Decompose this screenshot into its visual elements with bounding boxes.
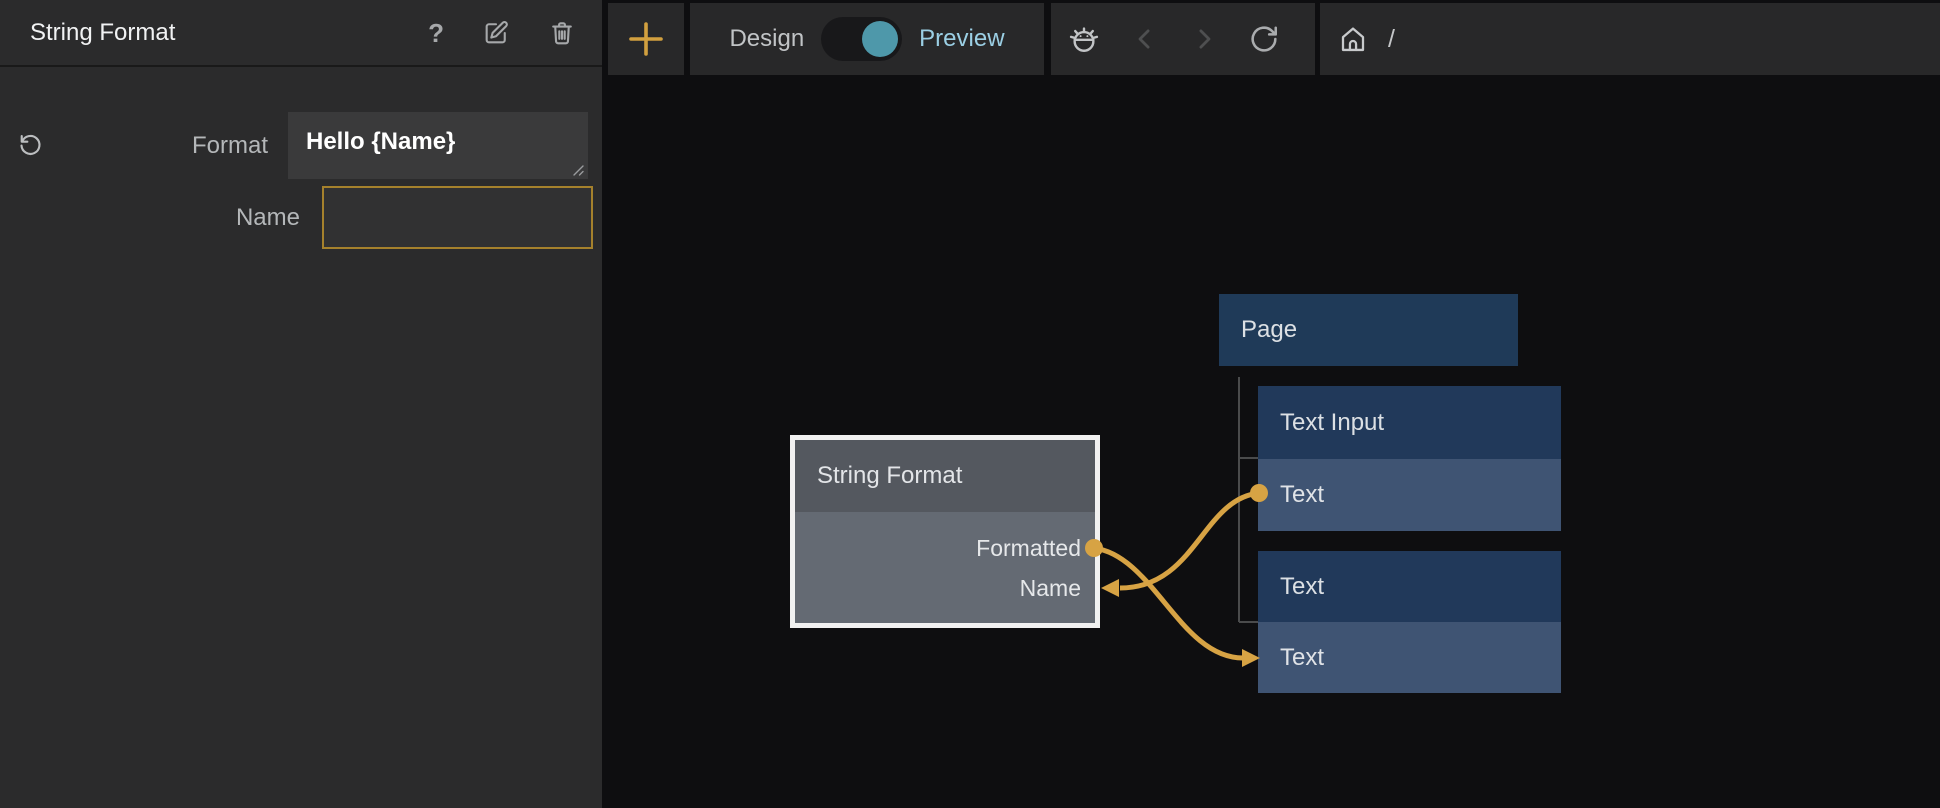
- node-text-port-text[interactable]: Text: [1258, 622, 1561, 693]
- toolbar-mode-segment: Design Preview: [690, 3, 1044, 75]
- format-input[interactable]: Hello {Name}: [288, 112, 588, 179]
- resize-handle[interactable]: [571, 163, 585, 182]
- node-graph-canvas[interactable]: Page Text Input Text Text Text String Fo…: [602, 0, 1940, 808]
- connection-source-dot: [1085, 539, 1103, 557]
- node-text-input-port-text[interactable]: Text: [1258, 459, 1561, 531]
- connection-formatted-to-text[interactable]: [1085, 539, 1260, 667]
- port-name-input[interactable]: Name: [1020, 573, 1081, 603]
- connection-source-dot: [1250, 484, 1268, 502]
- node-page-title: Page: [1219, 294, 1518, 366]
- design-label[interactable]: Design: [729, 25, 804, 53]
- refresh-button[interactable]: [1248, 23, 1280, 55]
- name-input[interactable]: [322, 186, 593, 249]
- node-text-input[interactable]: Text Input Text: [1258, 386, 1561, 531]
- port-formatted-output[interactable]: Formatted: [976, 533, 1081, 563]
- help-button[interactable]: ?: [428, 20, 444, 46]
- debug-button[interactable]: [1067, 22, 1101, 56]
- node-page[interactable]: Page: [1219, 294, 1518, 366]
- edit-button[interactable]: [482, 19, 510, 47]
- plus-icon: [627, 20, 665, 58]
- preview-label[interactable]: Preview: [919, 25, 1004, 53]
- home-button[interactable]: [1337, 23, 1369, 55]
- connection-arrowhead: [1101, 579, 1119, 597]
- format-label: Format: [192, 132, 268, 160]
- panel-actions: ?: [428, 19, 576, 47]
- connection-textinput-to-name[interactable]: [1101, 484, 1268, 597]
- forward-button[interactable]: [1189, 24, 1219, 54]
- toolbar-nav-segment: [1051, 3, 1315, 75]
- toolbar-add-segment: [608, 3, 684, 75]
- rotate-ccw-icon: [17, 131, 44, 158]
- refresh-icon: [1248, 23, 1280, 55]
- node-string-format-title: String Format: [795, 440, 1095, 512]
- toolbar-path-segment: /: [1320, 3, 1940, 75]
- home-icon: [1337, 23, 1369, 55]
- design-preview-toggle[interactable]: [821, 17, 902, 61]
- node-text[interactable]: Text Text: [1258, 551, 1561, 693]
- chevron-right-icon: [1189, 24, 1219, 54]
- help-icon: ?: [428, 20, 444, 46]
- node-string-format-body: Formatted Name: [795, 512, 1095, 623]
- properties-panel: String Format ?: [0, 0, 602, 808]
- route-path[interactable]: /: [1388, 25, 1395, 54]
- edit-icon: [482, 19, 510, 47]
- node-string-format-selected[interactable]: String Format Formatted Name: [790, 435, 1100, 628]
- delete-button[interactable]: [548, 19, 576, 47]
- toggle-knob: [862, 21, 898, 57]
- node-text-input-title: Text Input: [1258, 386, 1561, 459]
- panel-title: String Format: [30, 19, 428, 47]
- reset-button[interactable]: [17, 131, 44, 158]
- trash-icon: [548, 19, 576, 47]
- node-text-title: Text: [1258, 551, 1561, 622]
- bug-icon: [1067, 22, 1101, 56]
- add-node-button[interactable]: [627, 20, 665, 58]
- back-button[interactable]: [1130, 24, 1160, 54]
- panel-header: String Format ?: [0, 0, 602, 67]
- name-label: Name: [236, 204, 300, 232]
- chevron-left-icon: [1130, 24, 1160, 54]
